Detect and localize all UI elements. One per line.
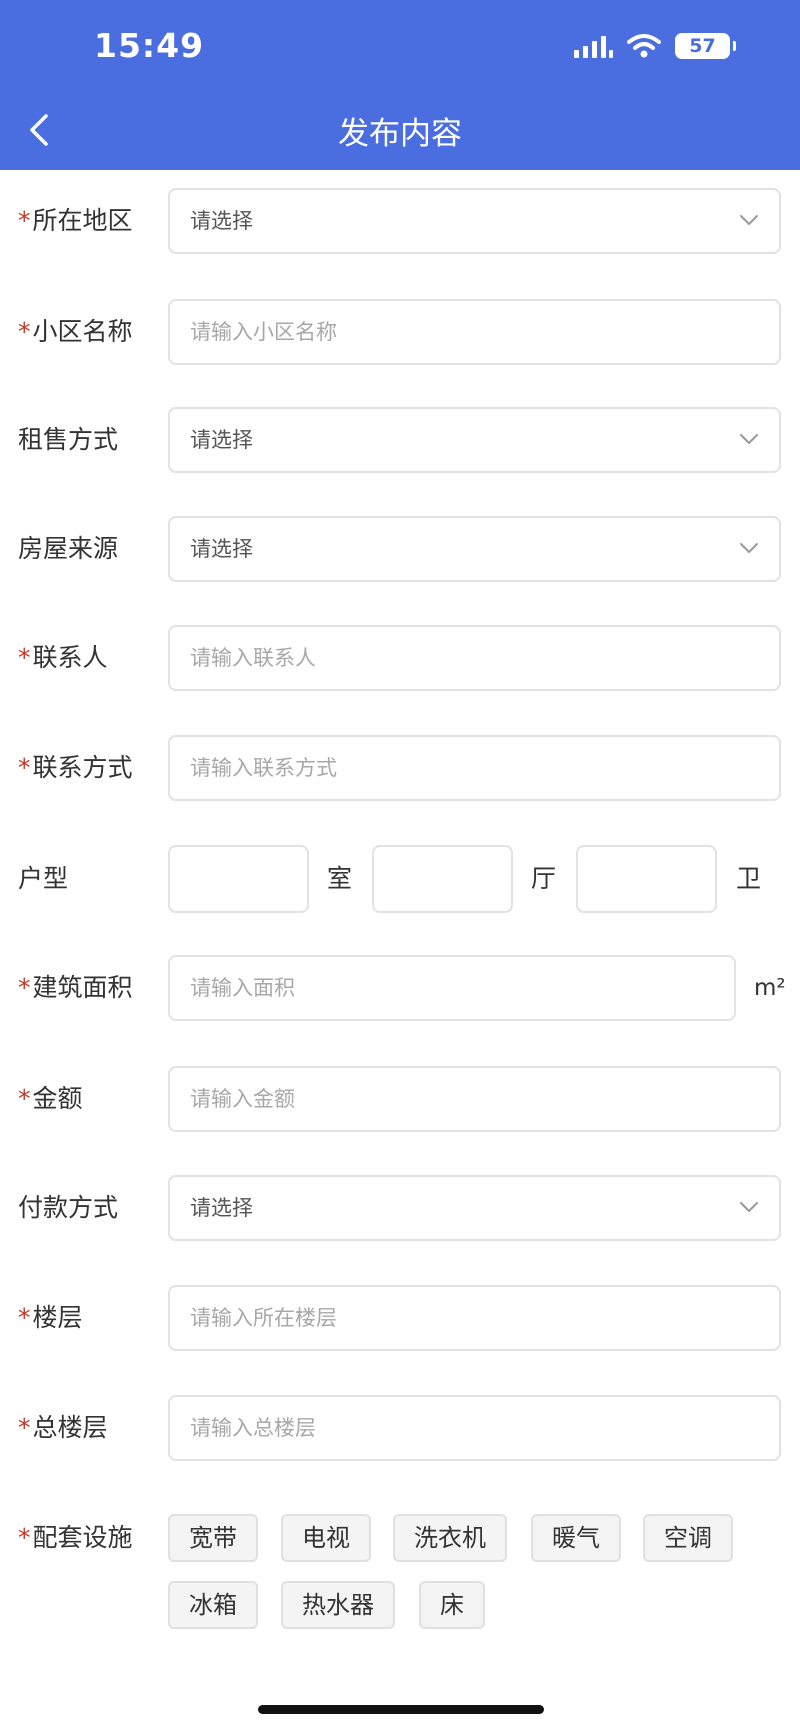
community-input[interactable]: 请输入小区名称 (168, 299, 781, 365)
field-label: 租售方式 (18, 407, 118, 473)
form-row-rent-sale-method: 租售方式 请选择 (0, 407, 800, 473)
status-time: 15:49 (94, 26, 205, 65)
facility-tag-bed[interactable]: 床 (419, 1581, 485, 1629)
payment-method-label: 付款方式 (18, 1193, 119, 1222)
layout-bath-unit: 卫 (736, 864, 762, 893)
required-mark: * (18, 973, 31, 1002)
required-mark: * (18, 206, 31, 235)
required-mark: * (18, 643, 31, 672)
form-row-contact-method: *联系方式 请输入联系方式 (0, 735, 800, 801)
amount-label: 金额 (32, 1084, 83, 1113)
region-label: 所在地区 (32, 206, 133, 235)
area-input[interactable]: 请输入面积 (168, 955, 736, 1021)
contact-method-input[interactable]: 请输入联系方式 (168, 735, 781, 801)
form-row-amount: *金额 请输入金额 (0, 1066, 800, 1132)
contact-method-label: 联系方式 (32, 753, 133, 782)
app-header: 15:49 57 发布内容 (0, 0, 800, 170)
community-label: 小区名称 (32, 317, 133, 346)
form-row-payment-method: 付款方式 请选择 (0, 1175, 800, 1241)
amount-placeholder: 请输入金额 (190, 1087, 295, 1111)
region-placeholder: 请选择 (190, 209, 253, 233)
form-row-house-source: 房屋来源 请选择 (0, 516, 800, 582)
area-label: 建筑面积 (32, 973, 133, 1002)
total-floors-input[interactable]: 请输入总楼层 (168, 1395, 781, 1461)
status-icons: 57 (574, 31, 736, 61)
amount-input[interactable]: 请输入金额 (168, 1066, 781, 1132)
region-select[interactable]: 请选择 (168, 188, 781, 254)
area-placeholder: 请输入面积 (190, 976, 295, 1000)
field-label: *金额 (18, 1066, 83, 1132)
facility-tag-fridge[interactable]: 冰箱 (168, 1581, 258, 1629)
chevron-down-icon (740, 1202, 758, 1212)
required-mark: * (18, 1523, 31, 1552)
rent-sale-method-select[interactable]: 请选择 (168, 407, 781, 473)
rent-sale-method-label: 租售方式 (18, 425, 119, 454)
required-mark: * (18, 317, 31, 346)
battery-icon: 57 (675, 33, 736, 59)
facility-tag-heating[interactable]: 暖气 (531, 1514, 621, 1562)
form-row-community: *小区名称 请输入小区名称 (0, 299, 800, 365)
form-row-total-floors: *总楼层 请输入总楼层 (0, 1395, 800, 1461)
layout-bath-input[interactable] (576, 845, 717, 913)
chevron-down-icon (740, 543, 758, 553)
form-row-floor: *楼层 请输入所在楼层 (0, 1285, 800, 1351)
field-label: *配套设施 (18, 1505, 133, 1571)
facility-tag-air-conditioner[interactable]: 空调 (643, 1514, 733, 1562)
field-label: *建筑面积 (18, 955, 133, 1021)
floor-label: 楼层 (32, 1303, 83, 1332)
contact-person-placeholder: 请输入联系人 (190, 646, 316, 670)
cellular-signal-icon (574, 34, 613, 58)
contact-person-input[interactable]: 请输入联系人 (168, 625, 781, 691)
floor-input[interactable]: 请输入所在楼层 (168, 1285, 781, 1351)
battery-level: 57 (689, 35, 716, 57)
form-row-facilities: *配套设施 宽带 电视 洗衣机 暖气 空调 冰箱 热水器 床 (0, 1505, 800, 1635)
form-row-contact-person: *联系人 请输入联系人 (0, 625, 800, 691)
payment-method-select[interactable]: 请选择 (168, 1175, 781, 1241)
contact-person-label: 联系人 (32, 643, 108, 672)
page-title: 发布内容 (338, 116, 462, 152)
facility-tag-broadband[interactable]: 宽带 (168, 1514, 258, 1562)
chevron-down-icon (740, 215, 758, 225)
field-label: *所在地区 (18, 188, 133, 254)
required-mark: * (18, 753, 31, 782)
payment-method-placeholder: 请选择 (190, 1196, 253, 1220)
required-mark: * (18, 1084, 31, 1113)
facility-tag-tv[interactable]: 电视 (281, 1514, 371, 1562)
facilities-label: 配套设施 (32, 1523, 133, 1552)
house-source-select[interactable]: 请选择 (168, 516, 781, 582)
field-label: *楼层 (18, 1285, 83, 1351)
facility-tag-water-heater[interactable]: 热水器 (281, 1581, 395, 1629)
house-source-label: 房屋来源 (18, 534, 119, 563)
layout-hall-unit: 厅 (531, 864, 557, 893)
form-row-region: *所在地区 请选择 (0, 188, 800, 254)
chevron-down-icon (740, 434, 758, 444)
facility-tag-washing-machine[interactable]: 洗衣机 (393, 1514, 507, 1562)
field-label: 房屋来源 (18, 516, 118, 582)
wifi-icon (627, 34, 661, 58)
layout-room-input[interactable] (168, 845, 309, 913)
rent-sale-method-placeholder: 请选择 (190, 428, 253, 452)
field-label: 付款方式 (18, 1175, 118, 1241)
community-placeholder: 请输入小区名称 (190, 320, 337, 344)
field-label: *总楼层 (18, 1395, 108, 1461)
layout-hall-input[interactable] (372, 845, 513, 913)
form-row-area: *建筑面积 请输入面积 m² (0, 955, 800, 1021)
required-mark: * (18, 1413, 31, 1442)
form-row-layout: 户型 室 厅 卫 (0, 845, 800, 913)
area-unit: m² (754, 975, 786, 1001)
layout-room-unit: 室 (327, 864, 353, 893)
field-label: *小区名称 (18, 299, 133, 365)
house-source-placeholder: 请选择 (190, 537, 253, 561)
contact-method-placeholder: 请输入联系方式 (190, 756, 337, 780)
total-floors-placeholder: 请输入总楼层 (190, 1416, 316, 1440)
required-mark: * (18, 1303, 31, 1332)
field-label: 户型 (18, 845, 68, 913)
layout-label: 户型 (18, 864, 69, 893)
field-label: *联系方式 (18, 735, 133, 801)
total-floors-label: 总楼层 (32, 1413, 108, 1442)
home-indicator[interactable] (258, 1705, 544, 1714)
floor-placeholder: 请输入所在楼层 (190, 1306, 337, 1330)
field-label: *联系人 (18, 625, 108, 691)
